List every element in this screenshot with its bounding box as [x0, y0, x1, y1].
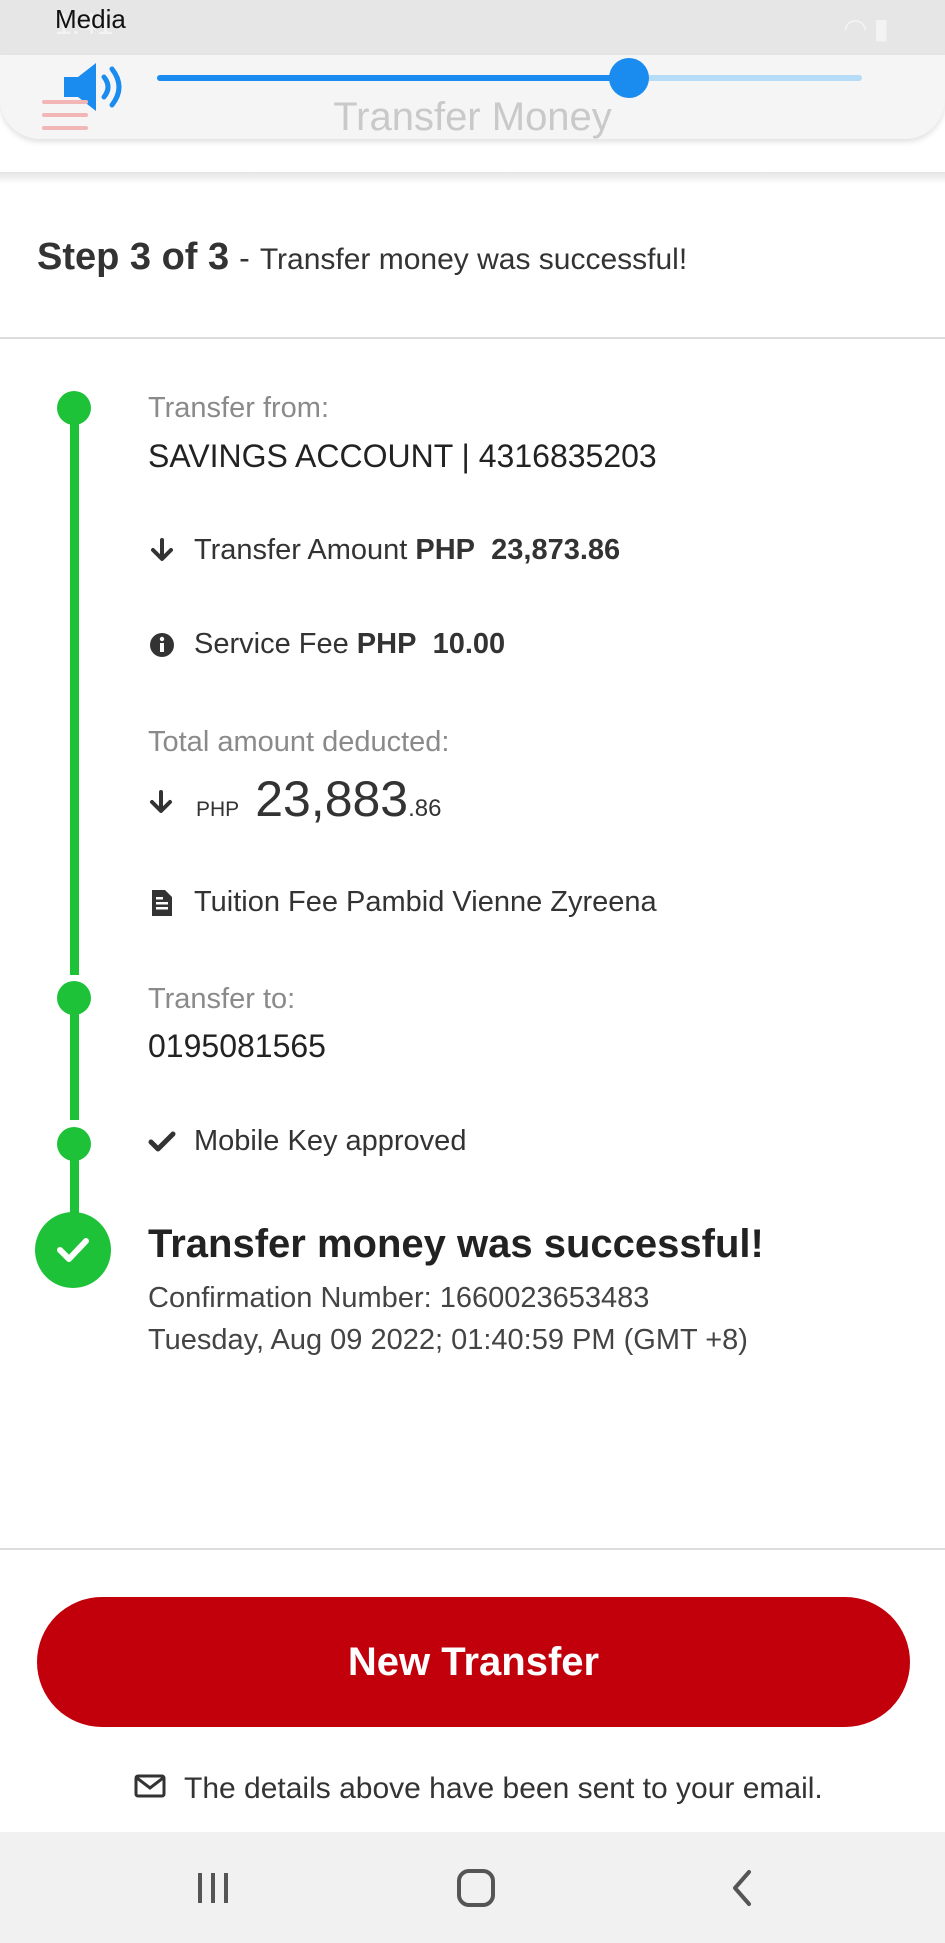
- total-label: Total amount deducted:: [148, 726, 450, 758]
- service-fee-value: 10.00: [432, 628, 506, 660]
- total-currency: PHP: [196, 798, 240, 821]
- step-header: Step 3 of 3 - Transfer money was success…: [37, 236, 687, 279]
- mail-icon: [134, 1772, 166, 1806]
- recents-icon[interactable]: [183, 1860, 243, 1916]
- remarks-text: Tuition Fee Pambid Vienne Zyreena: [194, 886, 657, 918]
- volume-slider-handle[interactable]: [609, 58, 650, 98]
- step-description: Transfer money was successful!: [259, 243, 688, 276]
- service-fee-label: Service Fee: [194, 628, 349, 660]
- info-icon: [148, 631, 176, 659]
- email-note-text: The details above have been sent to your…: [184, 1772, 823, 1805]
- timeline-line: [70, 1010, 79, 1120]
- arrow-down-icon: [148, 537, 176, 565]
- step-separator: -: [239, 240, 250, 276]
- confirmation-number: Confirmation Number: 1660023653483: [148, 1282, 650, 1314]
- document-icon: [148, 889, 176, 917]
- home-icon[interactable]: [446, 1860, 506, 1916]
- divider: [0, 337, 945, 339]
- timeline-line: [70, 410, 79, 975]
- service-fee-row: Service Fee PHP 10.00: [148, 628, 505, 661]
- volume-slider[interactable]: [157, 58, 862, 98]
- email-note: The details above have been sent to your…: [134, 1772, 823, 1806]
- remarks-row: Tuition Fee Pambid Vienne Zyreena: [148, 886, 657, 919]
- timeline-line: [70, 1160, 79, 1215]
- step-title: Step 3 of 3: [37, 236, 230, 278]
- arrow-down-icon: [148, 790, 174, 816]
- mobile-key-text: Mobile Key approved: [194, 1125, 467, 1157]
- timeline-dot-from: [57, 391, 91, 425]
- transfer-amount-row: Transfer Amount PHP 23,873.86: [148, 534, 620, 567]
- back-icon[interactable]: [712, 1860, 772, 1916]
- transfer-to-label: Transfer to:: [148, 983, 296, 1015]
- service-fee-currency: PHP: [356, 628, 417, 660]
- mobile-key-row: Mobile Key approved: [148, 1125, 466, 1158]
- transfer-amount-label: Transfer Amount: [194, 534, 408, 566]
- success-title: Transfer money was successful!: [148, 1222, 764, 1266]
- timeline-dot-approval: [57, 1127, 91, 1161]
- page-title: Transfer Money: [333, 95, 612, 139]
- transfer-amount-value: 23,873.86: [491, 534, 621, 566]
- transfer-to-value: 0195081565: [148, 1028, 326, 1064]
- status-bar: 1:41 Media ◠▮: [0, 0, 945, 56]
- media-label: Media: [55, 4, 126, 34]
- check-icon: [148, 1128, 176, 1156]
- volume-panel: Transfer Money: [0, 55, 945, 139]
- total-amount: PHP 23,883 .86: [148, 770, 442, 828]
- transfer-from-label: Transfer from:: [148, 392, 330, 424]
- header-shadow: [0, 172, 945, 184]
- total-whole: 23,883: [255, 771, 409, 827]
- transfer-amount-currency: PHP: [415, 534, 475, 566]
- status-icons: ◠▮: [843, 13, 895, 44]
- success-check-icon: [35, 1212, 111, 1288]
- menu-icon[interactable]: [42, 100, 88, 139]
- system-nav-bar: [0, 1832, 945, 1943]
- divider: [0, 1548, 945, 1550]
- transaction-datetime: Tuesday, Aug 09 2022; 01:40:59 PM (GMT +…: [148, 1324, 748, 1356]
- new-transfer-button[interactable]: New Transfer: [37, 1597, 910, 1727]
- transfer-from-value: SAVINGS ACCOUNT | 4316835203: [148, 438, 657, 474]
- total-decimal: .86: [408, 795, 442, 822]
- timeline-dot-to: [57, 981, 91, 1015]
- volume-slider-fill: [157, 75, 630, 81]
